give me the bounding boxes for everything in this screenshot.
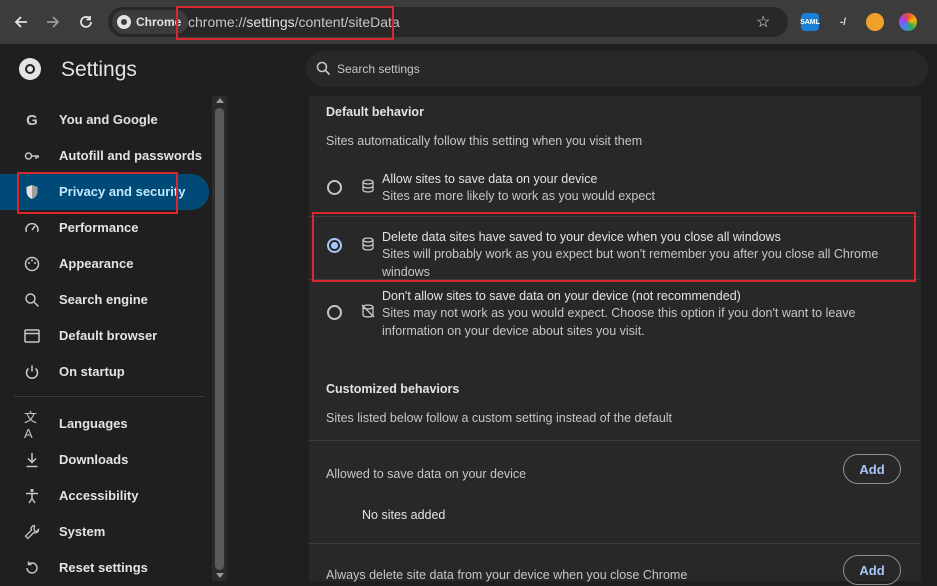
scrollbar-thumb[interactable] [215, 108, 224, 570]
sidebar-item-label: Appearance [59, 256, 134, 271]
sidebar-item-autofill[interactable]: Autofill and passwords [0, 138, 209, 174]
url-path: /content/siteData [294, 14, 400, 30]
option-block-label: Don't allow sites to save data on your d… [382, 289, 741, 303]
chrome-logo-icon [117, 15, 131, 29]
sidebar-item-system[interactable]: System [0, 514, 209, 550]
sidebar-item-search-engine[interactable]: Search engine [0, 282, 209, 318]
search-settings-field[interactable]: Search settings [306, 51, 928, 87]
site-data-card: Default behavior Sites automatically fol… [309, 96, 921, 585]
search-placeholder: Search settings [337, 62, 420, 76]
gauge-icon [24, 220, 40, 236]
database-off-icon [361, 304, 375, 318]
sidebar-item-accessibility[interactable]: Accessibility [0, 478, 209, 514]
no-sites-added-text: No sites added [362, 508, 446, 522]
database-icon [362, 237, 374, 251]
reset-icon [24, 560, 40, 576]
power-icon [24, 364, 40, 380]
site-chip-label: Chrome [136, 15, 182, 29]
settings-header: Settings Search settings [0, 44, 937, 96]
address-bar[interactable]: Chrome chrome://settings/content/siteDat… [108, 7, 788, 37]
palette-icon [24, 256, 40, 272]
scroll-down-arrow-icon[interactable] [216, 573, 224, 578]
option-delete-label: Delete data sites have saved to your dev… [382, 230, 781, 244]
forward-arrow-icon [47, 16, 60, 28]
section-divider [309, 543, 921, 544]
sidebar-scrollbar[interactable] [212, 96, 227, 581]
add-allowed-site-button[interactable]: Add [843, 454, 901, 484]
scroll-up-arrow-icon[interactable] [216, 98, 224, 103]
allowed-save-data-label: Allowed to save data on your device [326, 467, 527, 481]
sidebar-item-label: Autofill and passwords [59, 148, 203, 163]
extension-saml-icon[interactable]: SAML [800, 13, 820, 31]
page-title: Settings [61, 58, 137, 81]
sidebar-item-label: Downloads [59, 452, 129, 467]
sidebar-item-downloads[interactable]: Downloads [0, 442, 209, 478]
url-host: settings [246, 14, 295, 30]
option-allow-description: Sites are more likely to work as you wou… [382, 189, 656, 203]
option-allow-label: Allow sites to save data on your device [382, 172, 598, 186]
browser-window-icon [24, 328, 40, 344]
option-divider [309, 279, 921, 280]
extension-face-icon[interactable] [866, 13, 884, 31]
option-divider [309, 216, 921, 217]
google-icon: G [26, 111, 38, 129]
sidebar-item-performance[interactable]: Performance [0, 210, 209, 246]
sidebar-item-languages[interactable]: 文A Languages [0, 406, 209, 442]
browser-toolbar: Chrome chrome://settings/content/siteDat… [0, 0, 937, 44]
settings-sidebar: G You and Google Autofill and passwords … [0, 96, 212, 581]
url-scheme: chrome:// [188, 14, 247, 30]
chrome-settings-logo-icon [19, 58, 41, 80]
option-delete-description: Sites will probably work as you expect b… [382, 247, 879, 279]
back-arrow-icon [14, 16, 27, 28]
reload-button[interactable] [74, 10, 98, 34]
radio-allow-save-data[interactable] [327, 180, 342, 195]
sidebar-item-label: Default browser [59, 328, 158, 343]
key-icon [24, 148, 40, 164]
url-text[interactable]: chrome://settings/content/siteData [188, 14, 400, 30]
option-block-description: Sites may not work as you would expect. … [382, 306, 856, 338]
search-icon [24, 292, 40, 308]
site-chip[interactable]: Chrome [112, 10, 189, 34]
sidebar-divider [14, 396, 204, 397]
sidebar-item-on-startup[interactable]: On startup [0, 354, 209, 390]
wrench-icon [24, 524, 40, 540]
radio-delete-on-close[interactable] [327, 238, 342, 253]
back-button[interactable] [9, 10, 33, 34]
database-icon [362, 179, 374, 193]
sidebar-item-label: System [59, 524, 106, 539]
sidebar-item-appearance[interactable]: Appearance [0, 246, 209, 282]
shield-icon [24, 184, 40, 200]
customized-behaviors-description: Sites listed below follow a custom setti… [326, 411, 673, 425]
sidebar-item-label: You and Google [59, 112, 158, 127]
always-delete-label: Always delete site data from your device… [326, 568, 688, 582]
profile-avatar-icon[interactable] [899, 13, 917, 31]
customized-behaviors-title: Customized behaviors [326, 382, 460, 396]
extension-script-icon[interactable]: -/ [834, 13, 852, 31]
sidebar-item-label: On startup [59, 364, 125, 379]
download-icon [24, 452, 40, 468]
sidebar-item-label: Search engine [59, 292, 148, 307]
reload-icon [80, 16, 92, 28]
search-icon [316, 61, 331, 76]
sidebar-item-label: Accessibility [59, 488, 139, 503]
bookmark-star-icon[interactable]: ☆ [756, 12, 770, 32]
sidebar-item-label: Privacy and security [59, 184, 186, 199]
sidebar-item-label: Performance [59, 220, 139, 235]
sidebar-item-label: Languages [59, 416, 128, 431]
accessibility-icon [24, 488, 40, 504]
default-behavior-title: Default behavior [326, 105, 424, 119]
sidebar-item-privacy-security[interactable]: Privacy and security [0, 174, 209, 210]
translate-icon: 文A [24, 410, 38, 441]
radio-block-save-data[interactable] [327, 305, 342, 320]
sidebar-item-label: Reset settings [59, 560, 148, 575]
section-divider [309, 440, 921, 441]
sidebar-item-you-and-google[interactable]: G You and Google [0, 102, 209, 138]
sidebar-item-default-browser[interactable]: Default browser [0, 318, 209, 354]
forward-button[interactable] [41, 10, 65, 34]
default-behavior-description: Sites automatically follow this setting … [326, 134, 643, 148]
